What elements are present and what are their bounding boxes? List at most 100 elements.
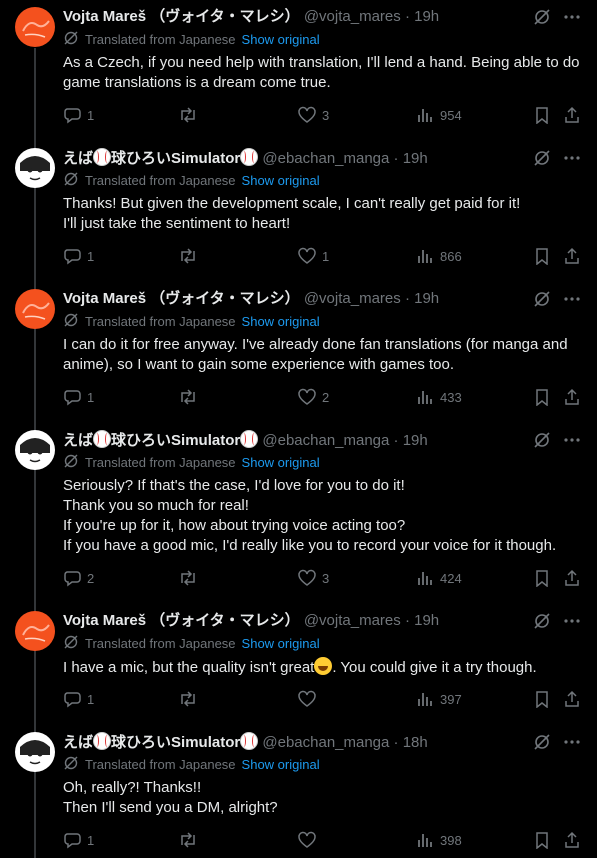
reply-button[interactable]: 1 — [63, 105, 94, 125]
views-button[interactable]: 397 — [416, 689, 462, 709]
show-original-link[interactable]: Show original — [242, 756, 320, 774]
grok-icon[interactable] — [533, 431, 551, 449]
views-button[interactable]: 398 — [416, 830, 462, 850]
translate-icon — [63, 453, 79, 474]
separator-dot: · — [393, 734, 399, 751]
separator-dot: · — [404, 290, 410, 307]
like-button[interactable] — [298, 830, 322, 850]
share-button[interactable] — [563, 246, 581, 266]
share-button[interactable] — [563, 830, 581, 850]
tweet[interactable]: えば 球ひろいSimulator @ebachan_manga · 19h Tra… — [0, 430, 597, 602]
more-options-icon[interactable] — [563, 8, 581, 26]
grok-icon[interactable] — [533, 733, 551, 751]
reply-button[interactable]: 1 — [63, 387, 94, 407]
like-button[interactable]: 3 — [298, 568, 329, 588]
tweet-text: As a Czech, if you need help with transl… — [63, 53, 583, 93]
repost-icon — [181, 832, 195, 848]
grok-icon[interactable] — [533, 290, 551, 308]
bookmark-button[interactable] — [533, 387, 551, 407]
share-button[interactable] — [563, 568, 581, 588]
more-options-icon[interactable] — [563, 149, 581, 167]
tweet-actions: 1 397 — [63, 689, 583, 709]
separator-dot: · — [404, 8, 410, 25]
views-button[interactable]: 433 — [416, 387, 462, 407]
tweet-text-line: I'll just take the sentiment to heart! — [63, 215, 291, 232]
repost-button[interactable] — [178, 387, 198, 407]
views-button[interactable]: 866 — [416, 246, 462, 266]
author-handle[interactable]: @vojta_mares — [304, 612, 401, 629]
show-original-link[interactable]: Show original — [242, 313, 320, 331]
avatar[interactable] — [15, 732, 55, 772]
tweet-actions: 2 3 424 — [63, 568, 583, 588]
grok-icon[interactable] — [533, 8, 551, 26]
tweet[interactable]: Vojta Mareš （ヴォイタ・マレシ） @vojta_mares · 19… — [0, 611, 597, 723]
author-handle[interactable]: @vojta_mares — [304, 8, 401, 25]
repost-button[interactable] — [178, 246, 198, 266]
timestamp[interactable]: 19h — [414, 290, 439, 307]
reply-button[interactable]: 1 — [63, 246, 94, 266]
avatar[interactable] — [15, 611, 55, 651]
timestamp[interactable]: 19h — [414, 612, 439, 629]
views-button[interactable]: 954 — [416, 105, 462, 125]
author-name[interactable]: Vojta Mareš （ヴォイタ・マレシ） — [63, 612, 300, 629]
share-button[interactable] — [563, 689, 581, 709]
views-button[interactable]: 424 — [416, 568, 462, 588]
tweet[interactable]: えば 球ひろいSimulator @ebachan_manga · 18h Tra… — [0, 732, 597, 858]
grok-icon[interactable] — [533, 149, 551, 167]
grinning-sweat-emoji-icon — [314, 657, 333, 675]
show-original-link[interactable]: Show original — [242, 31, 320, 49]
more-options-icon[interactable] — [563, 612, 581, 630]
avatar[interactable] — [15, 289, 55, 329]
share-button[interactable] — [563, 105, 581, 125]
like-button[interactable]: 3 — [298, 105, 329, 125]
translate-icon — [63, 634, 79, 655]
translated-label: Translated from Japanese — [85, 636, 236, 651]
tweet[interactable]: Vojta Mareš （ヴォイタ・マレシ） @vojta_mares · 19… — [0, 7, 597, 139]
author-handle[interactable]: @ebachan_manga — [262, 150, 389, 167]
more-options-icon[interactable] — [563, 290, 581, 308]
avatar[interactable] — [15, 430, 55, 470]
bookmark-button[interactable] — [533, 105, 551, 125]
author-handle[interactable]: @ebachan_manga — [262, 734, 389, 751]
reply-button[interactable]: 1 — [63, 689, 94, 709]
tweet[interactable]: えば 球ひろいSimulator @ebachan_manga · 19h Tra… — [0, 148, 597, 280]
repost-button[interactable] — [178, 105, 198, 125]
avatar[interactable] — [15, 7, 55, 47]
more-options-icon[interactable] — [563, 733, 581, 751]
like-button[interactable]: 2 — [298, 387, 329, 407]
bookmark-button[interactable] — [533, 568, 551, 588]
more-options-icon[interactable] — [563, 431, 581, 449]
author-handle[interactable]: @vojta_mares — [304, 290, 401, 307]
author-name[interactable]: えば 球ひろいSimulator — [63, 148, 259, 167]
reply-button[interactable]: 1 — [63, 830, 94, 850]
timestamp[interactable]: 19h — [414, 8, 439, 25]
author-name[interactable]: Vojta Mareš （ヴォイタ・マレシ） — [63, 290, 300, 307]
tweet[interactable]: Vojta Mareš （ヴォイタ・マレシ） @vojta_mares · 19… — [0, 289, 597, 421]
reply-icon — [64, 249, 81, 265]
views-icon — [418, 250, 432, 263]
repost-button[interactable] — [178, 689, 198, 709]
author-name[interactable]: えば 球ひろいSimulator — [63, 430, 259, 449]
avatar[interactable] — [15, 148, 55, 188]
show-original-link[interactable]: Show original — [242, 635, 320, 653]
repost-button[interactable] — [178, 568, 198, 588]
bookmark-icon — [536, 389, 548, 406]
bookmark-button[interactable] — [533, 246, 551, 266]
timestamp[interactable]: 19h — [403, 150, 428, 167]
timestamp[interactable]: 18h — [403, 734, 428, 751]
show-original-link[interactable]: Show original — [242, 172, 320, 190]
author-name[interactable]: Vojta Mareš （ヴォイタ・マレシ） — [63, 8, 300, 25]
grok-icon[interactable] — [533, 612, 551, 630]
author-handle[interactable]: @ebachan_manga — [262, 432, 389, 449]
like-button[interactable] — [298, 689, 322, 709]
views-icon — [418, 572, 432, 585]
timestamp[interactable]: 19h — [403, 432, 428, 449]
author-name[interactable]: えば 球ひろいSimulator — [63, 732, 259, 751]
bookmark-button[interactable] — [533, 830, 551, 850]
show-original-link[interactable]: Show original — [242, 454, 320, 472]
like-button[interactable]: 1 — [298, 246, 329, 266]
share-button[interactable] — [563, 387, 581, 407]
reply-button[interactable]: 2 — [63, 568, 94, 588]
repost-button[interactable] — [178, 830, 198, 850]
bookmark-button[interactable] — [533, 689, 551, 709]
